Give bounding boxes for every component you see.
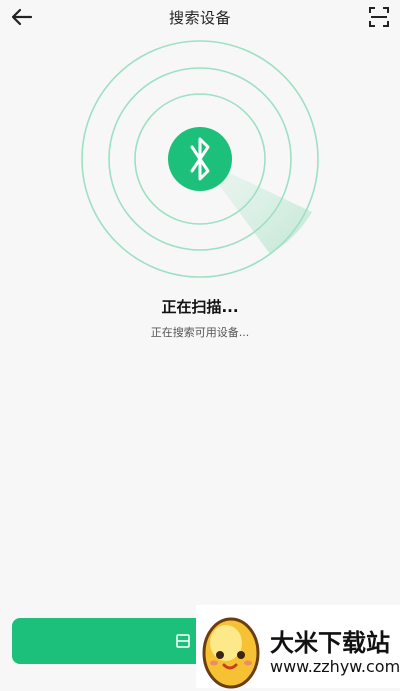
back-arrow-icon — [11, 8, 33, 26]
scan-status: 正在扫描... — [161, 298, 239, 316]
watermark: 大米下载站 www.zzhyw.com — [196, 605, 400, 689]
watermark-egg-mascot — [202, 617, 260, 689]
top-bar: 搜索设备 — [0, 0, 400, 34]
scan-frame-icon — [369, 7, 389, 27]
watermark-url: www.zzhyw.com — [270, 657, 400, 676]
watermark-title: 大米下载站 — [270, 629, 390, 657]
scan-button[interactable] — [368, 6, 390, 28]
scan-substatus: 正在搜索可用设备... — [150, 326, 250, 339]
page-title: 搜索设备 — [168, 8, 231, 27]
back-button[interactable] — [10, 6, 34, 28]
qr-code-icon — [176, 634, 190, 648]
radar-animation — [81, 40, 319, 278]
